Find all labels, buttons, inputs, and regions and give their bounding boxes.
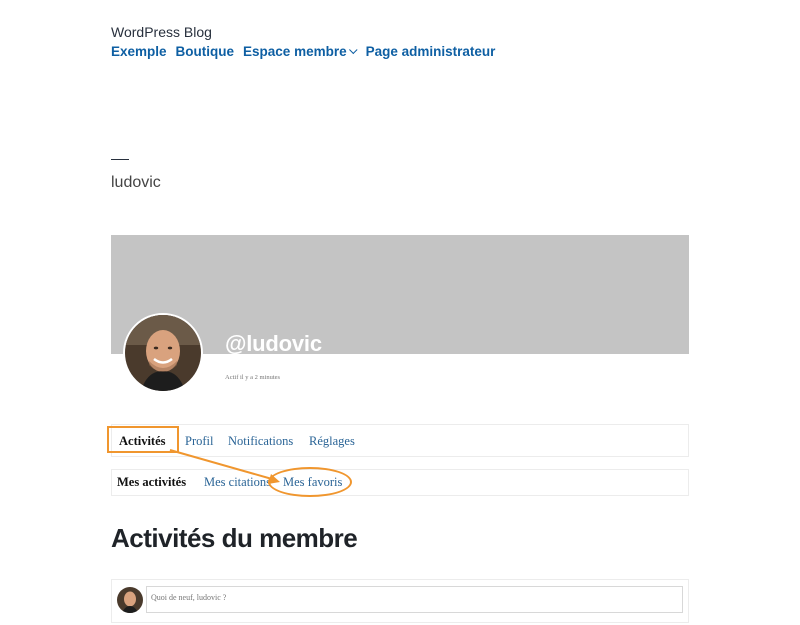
section-title: Activités du membre: [111, 523, 358, 553]
post-avatar: [117, 587, 143, 613]
whats-new-input[interactable]: Quoi de neuf, ludovic ?: [146, 586, 683, 613]
post-avatar-photo: [117, 587, 143, 613]
